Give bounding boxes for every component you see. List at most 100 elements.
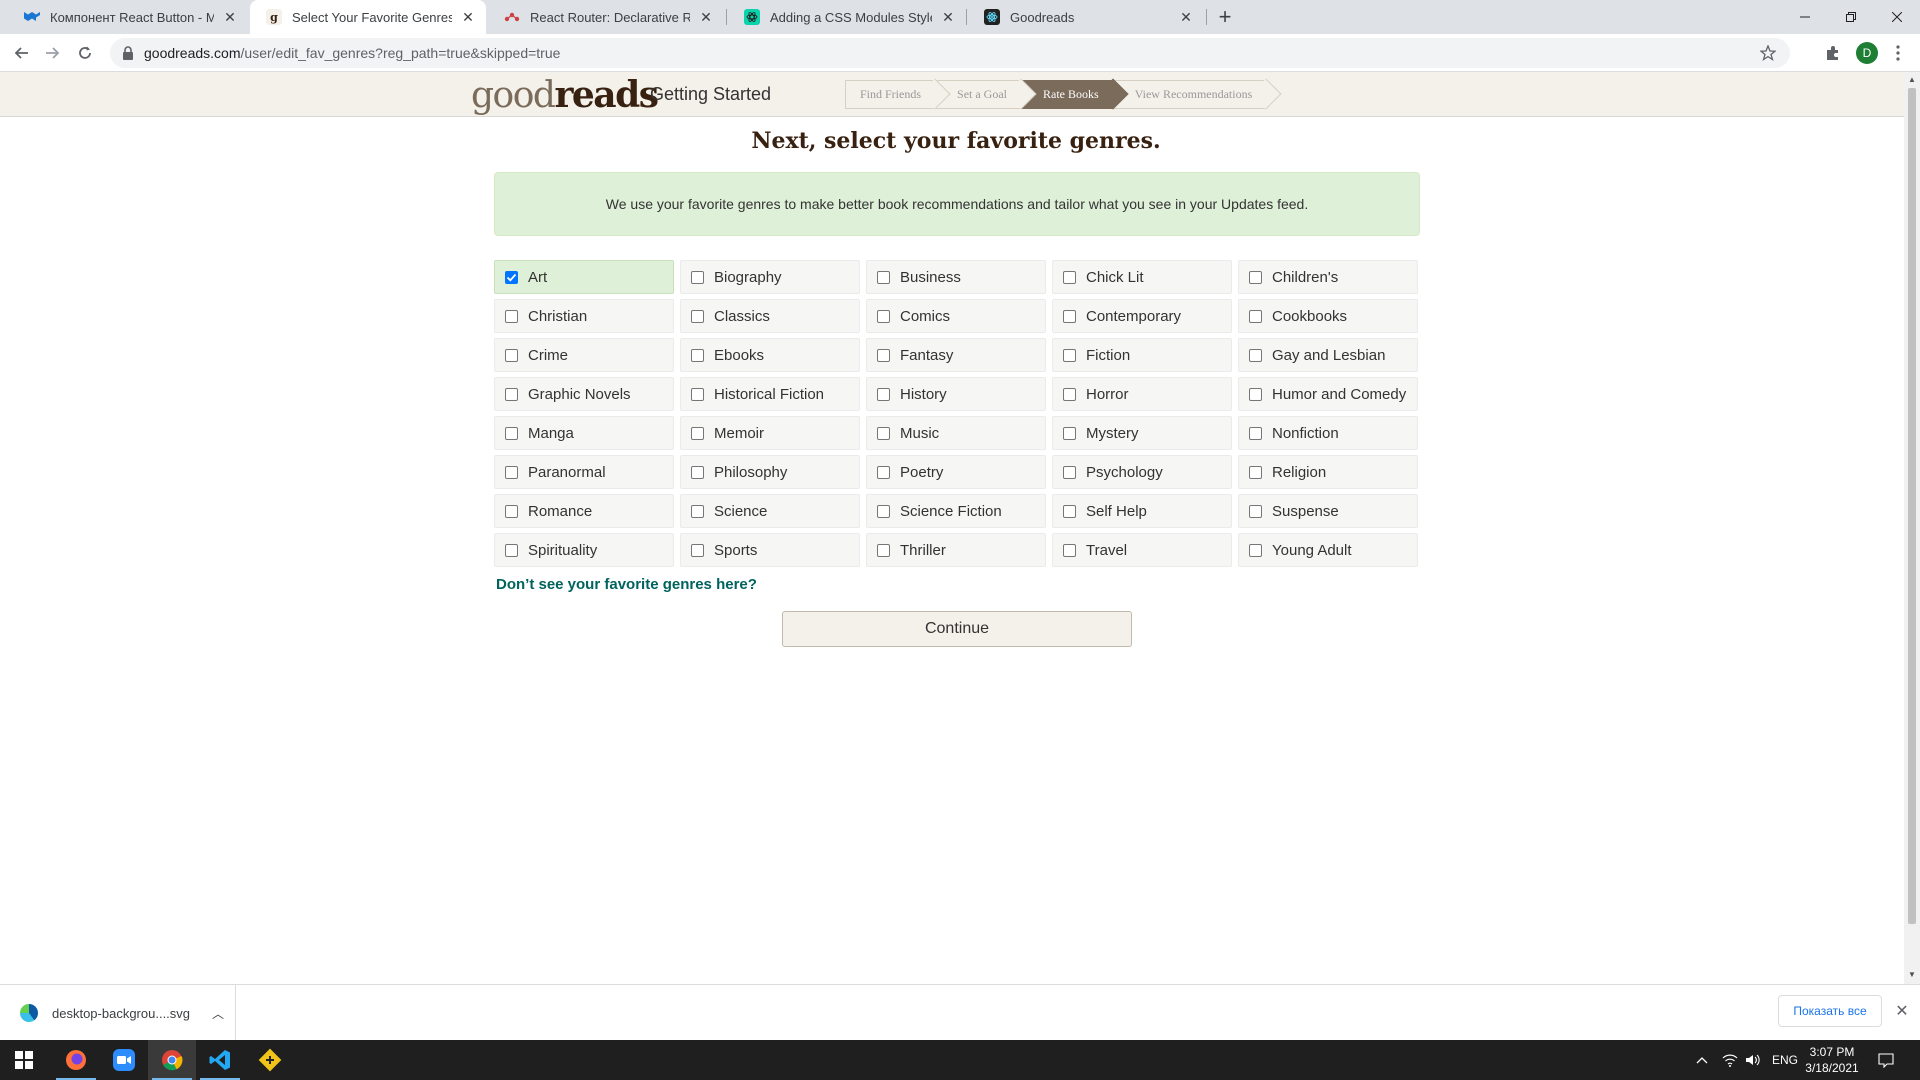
address-bar[interactable]: goodreads.com/user/edit_fav_genres?reg_p…: [110, 38, 1790, 68]
tab-goodreads[interactable]: Goodreads ✕: [968, 0, 1204, 34]
kebab-menu-icon[interactable]: [1884, 39, 1912, 67]
extensions-puzzle-icon[interactable]: [1819, 39, 1847, 67]
profile-avatar[interactable]: D: [1856, 42, 1878, 64]
genre-option[interactable]: Religion: [1238, 455, 1418, 489]
genre-checkbox[interactable]: [1249, 348, 1262, 362]
goodreads-logo[interactable]: goodreads: [471, 74, 659, 116]
genre-option[interactable]: Business: [866, 260, 1046, 294]
genre-option[interactable]: Children's: [1238, 260, 1418, 294]
genre-option[interactable]: Humor and Comedy: [1238, 377, 1418, 411]
genre-option[interactable]: Paranormal: [494, 455, 674, 489]
genre-option[interactable]: Science Fiction: [866, 494, 1046, 528]
genre-checkbox[interactable]: [877, 270, 890, 284]
genre-checkbox[interactable]: [1063, 504, 1076, 518]
tab-material-ui[interactable]: Компонент React Button - Materi ✕: [8, 0, 248, 34]
genre-option[interactable]: Cookbooks: [1238, 299, 1418, 333]
close-icon[interactable]: ✕: [1178, 9, 1194, 25]
genre-checkbox[interactable]: [505, 270, 518, 284]
minimize-icon[interactable]: [1782, 0, 1828, 34]
tab-react-router[interactable]: React Router: Declarative Routing ✕: [488, 0, 724, 34]
genre-checkbox[interactable]: [1249, 309, 1262, 323]
genre-checkbox[interactable]: [877, 348, 890, 362]
genre-checkbox[interactable]: [1249, 387, 1262, 401]
genre-checkbox[interactable]: [505, 387, 518, 401]
genre-checkbox[interactable]: [1063, 387, 1076, 401]
input-language[interactable]: ENG: [1772, 1040, 1798, 1080]
genre-checkbox[interactable]: [877, 465, 890, 479]
tab-goodreads-genres[interactable]: g Select Your Favorite Genres | Goo ✕: [250, 0, 486, 34]
genre-option[interactable]: Crime: [494, 338, 674, 372]
new-tab-icon[interactable]: +: [1213, 4, 1237, 29]
genre-checkbox[interactable]: [691, 348, 704, 362]
close-icon[interactable]: ✕: [940, 9, 956, 25]
page-scrollbar[interactable]: ▲ ▼: [1904, 72, 1920, 984]
forward-icon[interactable]: [38, 39, 66, 67]
genre-option[interactable]: Suspense: [1238, 494, 1418, 528]
restore-icon[interactable]: [1828, 0, 1874, 34]
genre-option[interactable]: Christian: [494, 299, 674, 333]
genre-option[interactable]: Self Help: [1052, 494, 1232, 528]
genre-checkbox[interactable]: [691, 465, 704, 479]
volume-icon[interactable]: [1745, 1040, 1761, 1080]
genre-checkbox[interactable]: [505, 465, 518, 479]
genre-checkbox[interactable]: [505, 348, 518, 362]
genre-option[interactable]: Travel: [1052, 533, 1232, 567]
genre-checkbox[interactable]: [691, 309, 704, 323]
git-gui-icon[interactable]: [246, 1040, 294, 1080]
close-window-icon[interactable]: [1874, 0, 1920, 34]
genre-option[interactable]: Fantasy: [866, 338, 1046, 372]
genre-checkbox[interactable]: [877, 426, 890, 440]
genre-checkbox[interactable]: [1063, 543, 1076, 557]
genre-option[interactable]: Biography: [680, 260, 860, 294]
genre-option[interactable]: Spirituality: [494, 533, 674, 567]
genre-option[interactable]: Memoir: [680, 416, 860, 450]
taskbar-clock[interactable]: 3:07 PM 3/18/2021: [1800, 1044, 1864, 1076]
close-icon[interactable]: ✕: [1892, 1001, 1912, 1021]
genre-checkbox[interactable]: [691, 426, 704, 440]
download-item[interactable]: desktop-backgrou....svg ︿: [0, 985, 236, 1041]
genre-option[interactable]: Poetry: [866, 455, 1046, 489]
genre-option[interactable]: Horror: [1052, 377, 1232, 411]
vscode-icon[interactable]: [196, 1040, 244, 1080]
genre-checkbox[interactable]: [505, 426, 518, 440]
genre-checkbox[interactable]: [691, 387, 704, 401]
genre-option[interactable]: Mystery: [1052, 416, 1232, 450]
back-icon[interactable]: [8, 39, 36, 67]
chrome-icon[interactable]: [148, 1040, 196, 1080]
genre-option[interactable]: Romance: [494, 494, 674, 528]
genre-option[interactable]: Contemporary: [1052, 299, 1232, 333]
genre-option[interactable]: Graphic Novels: [494, 377, 674, 411]
firefox-icon[interactable]: [52, 1040, 100, 1080]
genre-option[interactable]: Sports: [680, 533, 860, 567]
close-icon[interactable]: ✕: [698, 9, 714, 25]
genre-checkbox[interactable]: [691, 504, 704, 518]
reload-icon[interactable]: [71, 39, 99, 67]
genre-option[interactable]: Philosophy: [680, 455, 860, 489]
genre-option[interactable]: Psychology: [1052, 455, 1232, 489]
genre-checkbox[interactable]: [1063, 426, 1076, 440]
genre-option[interactable]: Thriller: [866, 533, 1046, 567]
genre-checkbox[interactable]: [505, 504, 518, 518]
genre-option[interactable]: Comics: [866, 299, 1046, 333]
genre-option[interactable]: Manga: [494, 416, 674, 450]
bookmark-star-icon[interactable]: [1759, 44, 1777, 64]
genre-checkbox[interactable]: [505, 543, 518, 557]
genre-checkbox[interactable]: [1063, 309, 1076, 323]
genre-option[interactable]: Classics: [680, 299, 860, 333]
genre-checkbox[interactable]: [1249, 504, 1262, 518]
genre-checkbox[interactable]: [691, 543, 704, 557]
windows-start-icon[interactable]: [0, 1040, 48, 1080]
close-icon[interactable]: ✕: [222, 9, 238, 25]
genre-checkbox[interactable]: [1249, 543, 1262, 557]
continue-button[interactable]: Continue: [782, 611, 1132, 647]
scroll-up-arrow-icon[interactable]: ▲: [1907, 75, 1917, 85]
genre-checkbox[interactable]: [1063, 465, 1076, 479]
scroll-thumb[interactable]: [1908, 88, 1916, 924]
wifi-icon[interactable]: [1722, 1040, 1738, 1080]
tray-chevron-up-icon[interactable]: [1696, 1040, 1708, 1080]
genre-option[interactable]: Science: [680, 494, 860, 528]
genre-checkbox[interactable]: [1249, 426, 1262, 440]
genre-option[interactable]: Chick Lit: [1052, 260, 1232, 294]
step-find-friends[interactable]: Find Friends: [845, 78, 951, 110]
genre-option[interactable]: Historical Fiction: [680, 377, 860, 411]
